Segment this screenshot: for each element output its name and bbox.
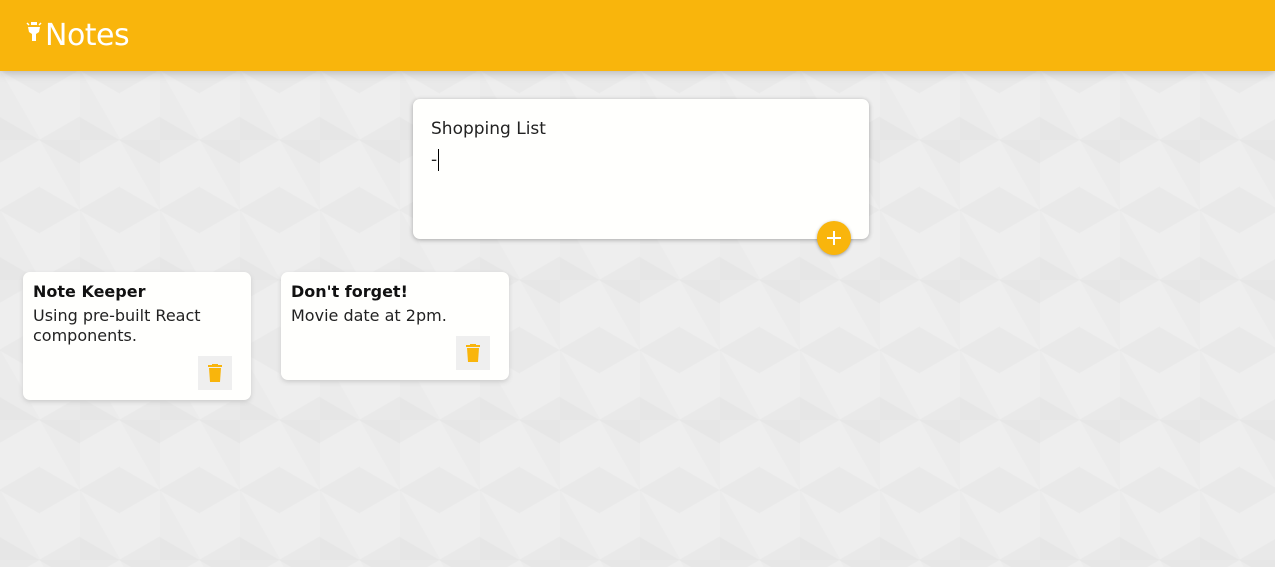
note-card: Note Keeper Using pre-built React compon… — [23, 272, 251, 400]
trash-icon — [208, 364, 222, 382]
text-cursor — [438, 149, 440, 171]
app-title: Notes — [45, 18, 130, 53]
note-content: Movie date at 2pm. — [291, 306, 447, 325]
create-note-form: Shopping List - — [413, 99, 869, 239]
note-content-value: - — [431, 150, 438, 170]
add-note-button[interactable] — [817, 221, 851, 255]
note-card: Don't forget! Movie date at 2pm. — [281, 272, 509, 380]
note-content: Using pre-built React components. — [33, 306, 206, 345]
delete-note-button[interactable] — [198, 356, 232, 390]
plus-icon — [827, 231, 841, 245]
note-title: Note Keeper — [33, 282, 146, 301]
note-title: Don't forget! — [291, 282, 408, 301]
app-header: Notes — [0, 0, 1275, 71]
note-title-input[interactable]: Shopping List — [431, 117, 851, 141]
delete-note-button[interactable] — [456, 336, 490, 370]
note-content-textarea[interactable]: - — [431, 147, 851, 173]
trash-icon — [466, 344, 480, 362]
lightbulb-icon — [26, 21, 45, 48]
